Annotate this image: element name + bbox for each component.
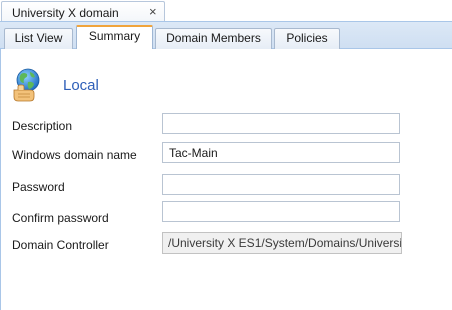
password-field[interactable] bbox=[162, 174, 400, 195]
password-label: Password bbox=[12, 180, 65, 194]
tab-domain-members[interactable]: Domain Members bbox=[155, 28, 272, 49]
windows-domain-name-field[interactable] bbox=[162, 142, 400, 163]
tab-policies[interactable]: Policies bbox=[274, 28, 340, 49]
domain-globe-hand-icon bbox=[13, 68, 40, 102]
close-icon[interactable]: × bbox=[149, 4, 157, 20]
description-field[interactable] bbox=[162, 113, 400, 134]
windows-domain-name-label: Windows domain name bbox=[12, 148, 137, 162]
tab-list-view[interactable]: List View bbox=[4, 28, 73, 49]
domain-controller-label: Domain Controller bbox=[12, 238, 109, 252]
confirm-password-field[interactable] bbox=[162, 201, 400, 222]
domain-title: Local bbox=[63, 77, 99, 94]
domain-controller-field[interactable] bbox=[162, 232, 402, 254]
document-tab-title: University X domain bbox=[12, 6, 119, 20]
document-tab[interactable]: University X domain × bbox=[1, 1, 165, 22]
document-tab-strip: University X domain × bbox=[0, 0, 452, 23]
tab-bar: List View Summary Domain Members Policie… bbox=[0, 22, 452, 50]
description-label: Description bbox=[12, 119, 73, 133]
tab-summary[interactable]: Summary bbox=[76, 25, 153, 50]
confirm-password-label: Confirm password bbox=[12, 211, 109, 225]
